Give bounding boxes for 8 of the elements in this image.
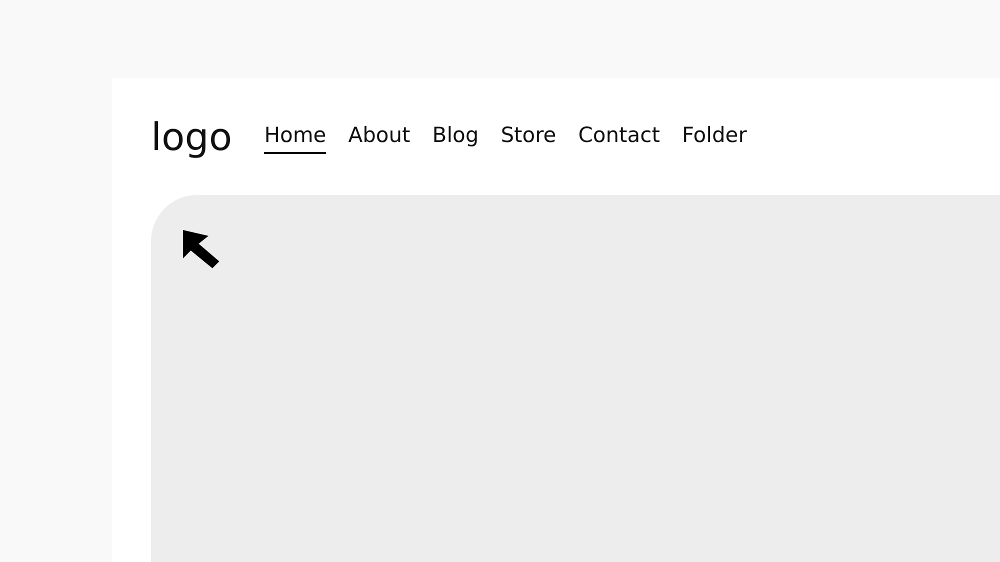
- nav-link[interactable]: About: [348, 123, 410, 154]
- nav-link[interactable]: Home: [264, 123, 326, 154]
- nav-link[interactable]: Contact: [578, 123, 660, 154]
- nav-link[interactable]: Blog: [432, 123, 479, 154]
- nav-link[interactable]: Store: [500, 123, 556, 154]
- nav-link[interactable]: Folder: [682, 123, 747, 154]
- logo: logo: [151, 118, 232, 156]
- cursor-icon: [182, 229, 222, 269]
